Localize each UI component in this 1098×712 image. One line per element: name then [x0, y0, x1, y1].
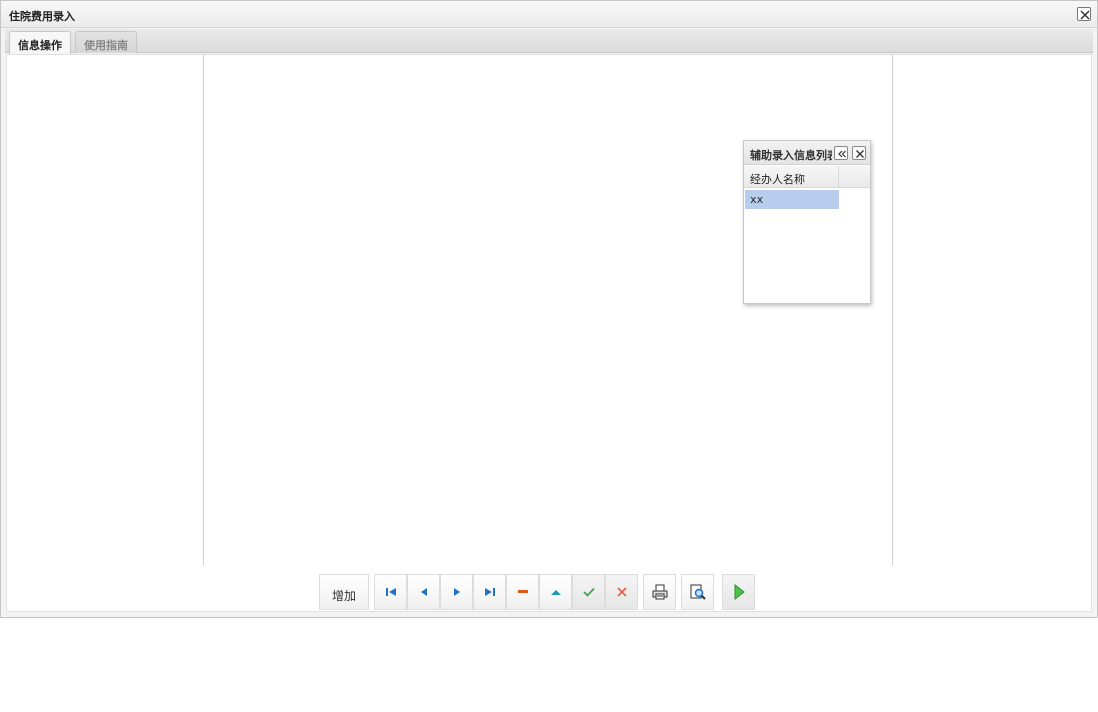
main-window: 住院费用录入 信息操作 使用指南 增加 — [0, 0, 1098, 618]
last-record-button[interactable] — [473, 574, 506, 610]
popup-collapse-button[interactable] — [834, 146, 848, 160]
move-up-button[interactable] — [539, 574, 572, 610]
popup-title: 辅助录入信息列表 — [750, 149, 832, 162]
run-button[interactable] — [722, 574, 755, 610]
up-icon — [550, 590, 561, 595]
cancel-button[interactable] — [605, 574, 638, 610]
first-icon — [385, 588, 396, 596]
prev-record-button[interactable] — [407, 574, 440, 610]
print-preview-icon — [690, 584, 706, 600]
close-icon — [856, 150, 864, 158]
last-icon — [484, 588, 495, 596]
next-record-button[interactable] — [440, 574, 473, 610]
tab-user-guide[interactable]: 使用指南 — [75, 31, 137, 53]
title-bar: 住院费用录入 — [1, 1, 1097, 28]
tab-strip: 信息操作 使用指南 — [5, 29, 1093, 54]
double-chevron-left-icon — [838, 150, 846, 158]
first-record-button[interactable] — [374, 574, 407, 610]
popup-close-button[interactable] — [852, 146, 866, 160]
print-icon — [652, 584, 667, 600]
tab-label: 使用指南 — [84, 39, 128, 52]
delete-record-button[interactable] — [506, 574, 539, 610]
confirm-button[interactable] — [572, 574, 605, 610]
add-button[interactable]: 增加 — [319, 574, 369, 610]
assist-input-popup: 辅助录入信息列表 经办人名称 xx — [743, 140, 871, 304]
content-area: 增加 — [6, 54, 1092, 612]
popup-header: 辅助录入信息列表 — [744, 141, 870, 165]
print-preview-button[interactable] — [681, 574, 714, 610]
close-icon — [1080, 10, 1090, 20]
tab-label: 信息操作 — [18, 39, 62, 52]
cancel-icon — [616, 587, 627, 597]
confirm-icon — [582, 587, 595, 597]
prev-icon — [420, 588, 427, 596]
grid-header: 经办人名称 — [744, 166, 870, 188]
add-button-label: 增加 — [331, 589, 356, 603]
delete-icon — [517, 590, 528, 593]
window-close-button[interactable] — [1077, 7, 1091, 21]
panel-divider-left — [203, 55, 204, 565]
column-header-handler-name[interactable]: 经办人名称 — [744, 166, 839, 188]
next-icon — [453, 588, 460, 596]
print-button[interactable] — [643, 574, 676, 610]
tab-info-operation[interactable]: 信息操作 — [9, 31, 71, 54]
panel-divider-right — [892, 55, 893, 565]
window-title: 住院费用录入 — [9, 10, 75, 23]
list-item[interactable]: xx — [745, 190, 839, 209]
run-icon — [734, 584, 745, 600]
